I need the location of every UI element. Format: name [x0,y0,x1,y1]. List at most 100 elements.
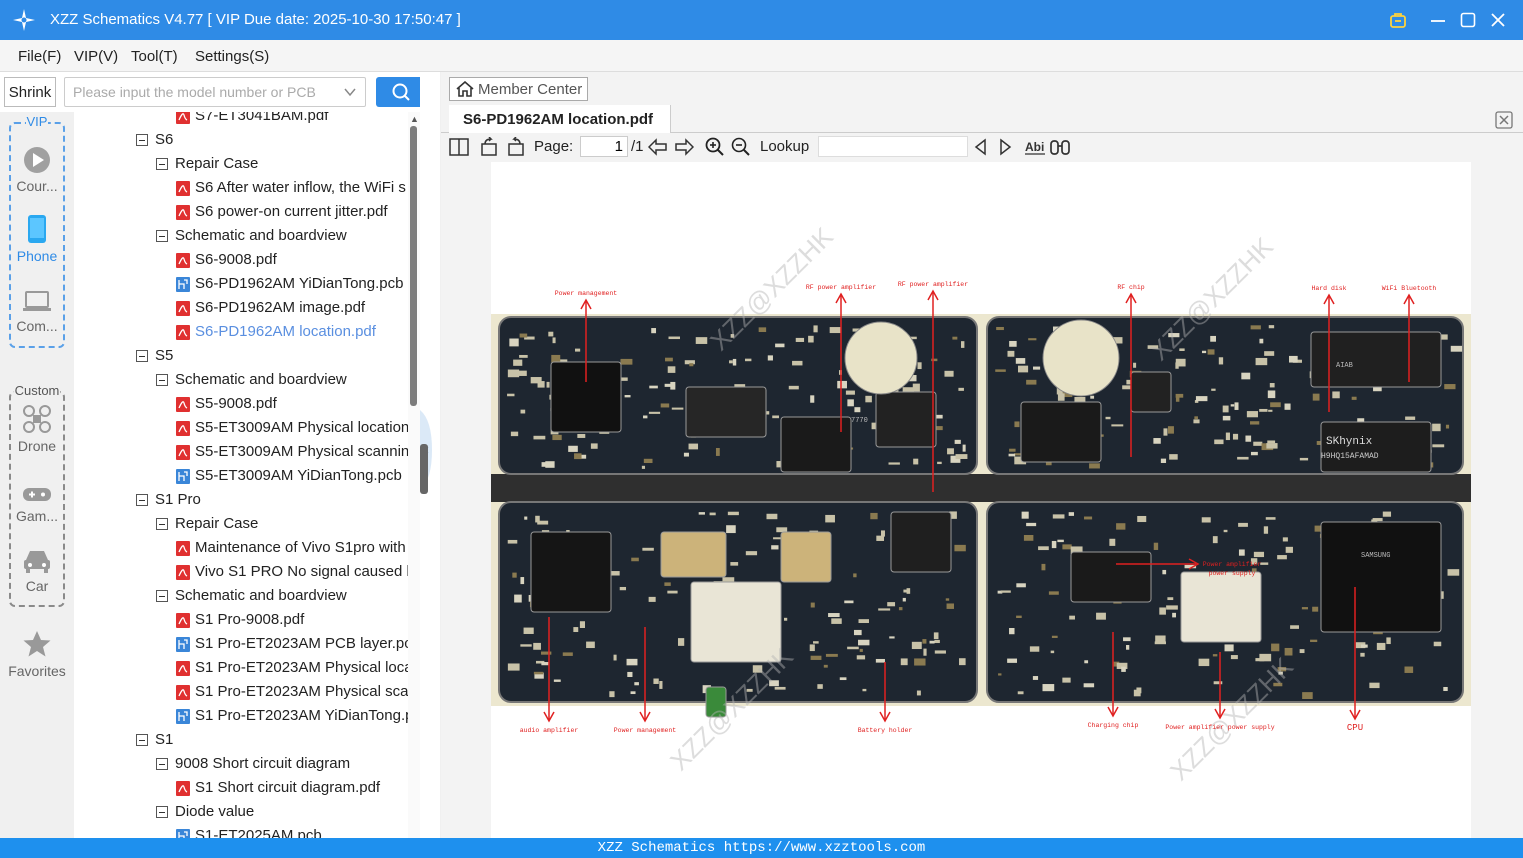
pdf-file-icon [176,613,190,628]
tree-group[interactable]: S1 Pro [74,488,408,512]
tree-group[interactable]: Diode value [74,800,408,824]
match-case-icon[interactable]: Abi [1024,137,1046,157]
tree-file[interactable]: S6-PD1962AM YiDianTong.pcb [74,272,408,296]
model-search-input[interactable] [65,78,335,106]
tree-group[interactable]: 9008 Short circuit diagram [74,752,408,776]
pcb-component [1167,426,1174,434]
collapse-toggle-icon[interactable] [156,158,168,170]
category-phone[interactable]: Phone [0,214,74,264]
pcb-hole [1042,319,1120,397]
tree-file[interactable]: S5-9008.pdf [74,392,408,416]
tree-group[interactable]: S1 [74,728,408,752]
tree-file[interactable]: S6-PD1962AM location.pdf [74,320,408,344]
tree-file[interactable]: S1 Pro-ET2023AM PCB layer.pcb [74,632,408,656]
category-favorites[interactable]: Favorites [0,629,74,679]
chip-marking: 7770 [851,417,868,425]
tree-file[interactable]: S6-PD1962AM image.pdf [74,296,408,320]
page-number-input[interactable] [580,136,628,157]
collapse-toggle-icon[interactable] [156,374,168,386]
next-page-icon[interactable] [674,137,694,157]
panel-splitter[interactable] [420,72,440,838]
collapse-toggle-icon[interactable] [156,590,168,602]
tree-scrollbar[interactable]: ▲ [408,112,420,838]
collapse-toggle-icon[interactable] [136,734,148,746]
collapse-toggle-icon[interactable] [136,494,148,506]
rotate-left-icon[interactable] [479,137,499,157]
close-button[interactable] [1486,8,1510,32]
collapse-toggle-icon[interactable] [156,518,168,530]
tree-group[interactable]: Schematic and boardview [74,368,408,392]
pcb-component [845,390,855,395]
tree-file[interactable]: Vivo S1 PRO No signal caused b [74,560,408,584]
find-next-icon[interactable] [999,137,1013,157]
tab-document[interactable]: S6-PD1962AM location.pdf [449,105,671,133]
pcb-component [774,686,786,690]
tree-file[interactable]: S5-ET3009AM Physical scanning [74,440,408,464]
tree-file[interactable]: S1 Pro-ET2023AM Physical scan [74,680,408,704]
tree-group[interactable]: Repair Case [74,512,408,536]
pcb-component [998,673,1002,676]
vip-bag-icon[interactable] [1386,8,1410,32]
member-center-button[interactable]: Member Center [449,77,588,101]
pcb-component [1009,627,1015,635]
shrink-button[interactable]: Shrink [4,77,56,107]
pcb-component [887,602,896,607]
tree-file[interactable]: S1-ET2025AM.pcb [74,824,408,838]
category-game[interactable]: Gam... [0,474,74,524]
tree-file[interactable]: S5-ET3009AM YiDianTong.pcb [74,464,408,488]
scroll-up-icon[interactable]: ▲ [410,114,419,124]
collapse-toggle-icon[interactable] [156,758,168,770]
collapse-toggle-icon[interactable] [136,134,148,146]
minimize-button[interactable] [1426,8,1450,32]
category-computer[interactable]: Com... [0,284,74,334]
zoom-in-icon[interactable] [705,137,725,157]
pcb-chip [660,531,727,578]
menu-file[interactable]: File(F) [18,48,61,65]
tree-file[interactable]: S6 power-on current jitter.pdf [74,200,408,224]
previous-page-icon[interactable] [648,137,668,157]
category-drone[interactable]: Drone [0,404,74,454]
category-label: Gam... [15,508,58,524]
tree-file[interactable]: S6-9008.pdf [74,248,408,272]
two-page-view-icon[interactable] [449,137,469,157]
scrollbar-thumb[interactable] [410,126,417,406]
pcb-component [1057,539,1064,543]
annotation-label: RF power amplifier [806,284,876,291]
pcb-component [902,597,906,602]
tree-file[interactable]: S1 Short circuit diagram.pdf [74,776,408,800]
find-previous-icon[interactable] [973,137,987,157]
tree-item-label: Repair Case [175,515,259,532]
pdf-page[interactable]: SKhynix H9HQ15AFAMAD SAMSUNG AIAB 7770 XZZ@XZ… [491,162,1471,838]
tree-file[interactable]: S1 Pro-ET2023AM Physical loca [74,656,408,680]
tree-file[interactable]: S1 Pro-ET2023AM YiDianTong.p [74,704,408,728]
maximize-button[interactable] [1456,8,1480,32]
pcb-component [859,648,863,652]
tree-group[interactable]: Schematic and boardview [74,584,408,608]
search-button[interactable] [376,77,425,107]
lookup-input[interactable] [818,136,968,157]
collapse-toggle-icon[interactable] [156,806,168,818]
collapse-toggle-icon[interactable] [156,230,168,242]
menu-vip[interactable]: VIP(V) [74,48,118,65]
tree-group[interactable]: Repair Case [74,152,408,176]
tree-group[interactable]: Schematic and boardview [74,224,408,248]
tree-file[interactable]: S7-ET3041BAM.pdf [74,112,408,128]
tree-group[interactable]: S5 [74,344,408,368]
menu-tool[interactable]: Tool(T) [131,48,178,65]
tree-file[interactable]: S1 Pro-9008.pdf [74,608,408,632]
category-courses[interactable]: Cour... [0,144,74,194]
tree-file[interactable]: S6 After water inflow, the WiFi s [74,176,408,200]
zoom-out-icon[interactable] [731,137,751,157]
tree-file[interactable]: Maintenance of Vivo S1pro with [74,536,408,560]
tree-file[interactable]: S5-ET3009AM Physical location [74,416,408,440]
rotate-right-icon[interactable] [506,137,526,157]
pcb-component [1017,691,1024,695]
binoculars-icon[interactable] [1049,137,1071,157]
chevron-down-icon[interactable] [343,85,357,99]
tree-group[interactable]: S6 [74,128,408,152]
menu-settings[interactable]: Settings(S) [195,48,269,65]
category-car[interactable]: Car [0,544,74,594]
collapse-toggle-icon[interactable] [136,350,148,362]
close-tab-icon[interactable] [1495,111,1513,129]
splitter-grip[interactable] [420,444,428,494]
